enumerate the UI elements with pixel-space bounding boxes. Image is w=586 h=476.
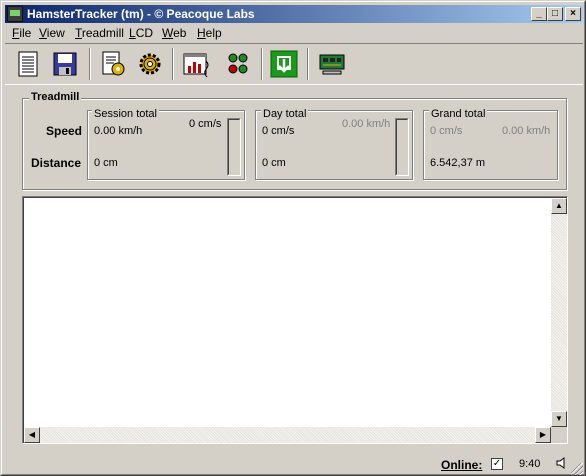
toolbar-separator <box>89 48 91 80</box>
main-window: HamsterTracker (tm) - © Peacoque Labs _ … <box>0 0 586 476</box>
clock-time: 9:40 <box>519 458 541 470</box>
online-label: Online: <box>441 458 483 472</box>
circuit-board-icon[interactable] <box>317 49 347 79</box>
settings-document-icon[interactable] <box>98 49 128 79</box>
toolbar-separator <box>172 48 174 80</box>
download-icon[interactable] <box>269 49 299 79</box>
log-content: ▲ ▼ ◀ ▶ <box>23 197 567 443</box>
resize-grip[interactable] <box>571 463 583 475</box>
day-speed-kmh: 0.00 km/h <box>342 118 391 130</box>
dots-icon[interactable] <box>223 49 253 79</box>
menu-lcd-label: CD <box>135 26 154 40</box>
toolbar-separator <box>261 48 263 80</box>
scroll-up-button[interactable]: ▲ <box>551 198 567 214</box>
menu-help[interactable]: Help <box>197 26 222 40</box>
menu-treadmill-label: readmill <box>81 26 124 40</box>
session-speed-gauge <box>227 118 241 176</box>
day-total-label: Day total <box>261 108 309 120</box>
menu-file-label: ile <box>19 26 32 40</box>
save-icon[interactable] <box>50 49 80 79</box>
grand-speed-kmh: 0.00 km/h <box>502 125 551 137</box>
report-icon[interactable] <box>13 49 43 79</box>
menu-help-label: elp <box>205 26 222 40</box>
day-speed-gauge <box>395 118 409 176</box>
menu-treadmill[interactable]: Treadmill <box>75 26 124 40</box>
speaker-icon[interactable] <box>555 456 569 470</box>
vertical-scrollbar[interactable]: ▲ ▼ <box>551 198 567 427</box>
scroll-left-button[interactable]: ◀ <box>24 427 40 443</box>
menu-bar: File View Treadmill LCD Web Help <box>5 24 583 42</box>
minimize-button[interactable]: _ <box>531 7 547 21</box>
chart-window-icon[interactable] <box>181 49 211 79</box>
treadmill-group-label: Treadmill <box>29 91 82 103</box>
session-speed-kmh: 0.00 km/h <box>94 125 143 137</box>
menu-view-accel: V <box>39 26 47 40</box>
status-bar: Online: ✓ 9:40 <box>5 451 583 475</box>
distance-label: Distance <box>31 156 82 170</box>
menu-file[interactable]: File <box>12 26 31 40</box>
grand-total-panel <box>423 110 558 180</box>
speed-label: Speed <box>46 124 83 138</box>
menu-web[interactable]: Web <box>162 26 186 40</box>
close-button[interactable]: × <box>565 7 581 21</box>
grand-speed-cms: 0 cm/s <box>430 125 463 137</box>
menu-treadmill-accel: T <box>75 26 82 40</box>
horizontal-scrollbar[interactable]: ◀ ▶ <box>24 427 551 443</box>
menu-lcd[interactable]: LCD <box>129 26 153 40</box>
grand-total-label: Grand total <box>429 108 488 120</box>
menu-lcd-accel: L <box>129 26 136 40</box>
menu-web-accel: W <box>162 26 174 40</box>
app-icon[interactable] <box>7 6 23 22</box>
scroll-down-button[interactable]: ▼ <box>551 411 567 427</box>
scroll-corner <box>551 427 567 443</box>
scroll-right-button[interactable]: ▶ <box>535 427 551 443</box>
session-distance: 0 cm <box>94 157 118 169</box>
menu-view-label: iew <box>46 26 65 40</box>
menu-web-label: eb <box>173 26 187 40</box>
maximize-button[interactable]: □ <box>547 7 563 21</box>
menu-view[interactable]: View <box>39 26 65 40</box>
gear-icon[interactable] <box>135 49 165 79</box>
grand-distance: 6.542,37 m <box>430 157 486 169</box>
online-checkbox[interactable]: ✓ <box>491 458 503 470</box>
session-speed-cms: 0 cm/s <box>189 118 222 130</box>
toolbar-separator <box>307 48 309 80</box>
toolbar <box>5 43 583 85</box>
day-speed-cms: 0 cm/s <box>262 125 295 137</box>
session-total-label: Session total <box>92 108 159 120</box>
log-textarea[interactable]: ▲ ▼ ◀ ▶ <box>22 196 568 444</box>
day-distance: 0 cm <box>262 157 286 169</box>
menu-help-accel: H <box>197 26 206 40</box>
title-bar[interactable]: HamsterTracker (tm) - © Peacoque Labs _ … <box>5 5 583 23</box>
window-title: HamsterTracker (tm) - © Peacoque Labs <box>27 7 255 21</box>
